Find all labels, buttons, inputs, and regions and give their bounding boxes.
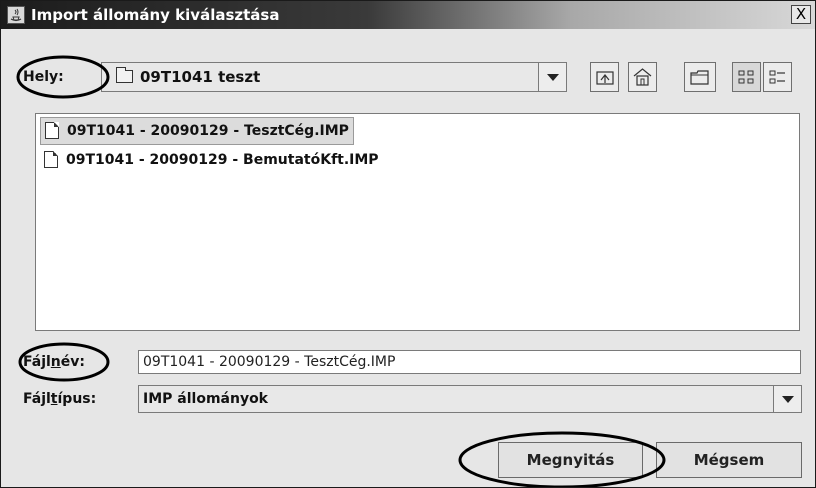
new-folder-icon (690, 70, 709, 85)
lookin-label: Hely: (23, 69, 64, 85)
filetype-value: IMP állományok (143, 391, 268, 407)
list-item[interactable]: 09T1041 - 20090129 - BemutatóKft.IMP (40, 146, 383, 174)
list-view-button[interactable] (732, 62, 761, 92)
chevron-down-icon (547, 74, 559, 81)
home-icon (633, 68, 652, 86)
filename-label: Fájlnév: (23, 354, 85, 370)
up-folder-icon (596, 71, 614, 85)
close-button[interactable]: X (791, 5, 811, 24)
open-button[interactable]: Megnyitás (498, 442, 643, 478)
java-app-icon (7, 6, 25, 24)
filetype-dropdown-button[interactable] (773, 385, 802, 413)
file-name: 09T1041 - 20090129 - BemutatóKft.IMP (66, 152, 379, 168)
list-item[interactable]: 09T1041 - 20090129 - TesztCég.IMP (40, 117, 354, 145)
file-chooser-dialog: Import állomány kiválasztása X Hely: 09T… (0, 0, 816, 488)
filetype-combobox[interactable]: IMP állományok (138, 385, 774, 413)
file-name: 09T1041 - 20090129 - TesztCég.IMP (67, 123, 349, 139)
close-icon: X (795, 5, 807, 23)
folder-icon (116, 67, 133, 83)
file-icon (45, 122, 59, 139)
title-bar[interactable]: Import állomány kiválasztása X (1, 1, 815, 29)
window-title: Import állomány kiválasztása (31, 6, 280, 24)
lookin-value: 09T1041 teszt (140, 68, 261, 86)
lookin-dropdown-button[interactable] (538, 62, 567, 92)
cancel-button[interactable]: Mégsem (656, 442, 802, 478)
details-view-button[interactable] (763, 62, 792, 92)
up-one-level-button[interactable] (590, 62, 619, 92)
new-folder-button[interactable] (684, 62, 716, 92)
filename-field[interactable] (138, 350, 801, 374)
home-button[interactable] (628, 62, 657, 92)
details-view-icon (769, 70, 785, 84)
file-list[interactable]: 09T1041 - 20090129 - TesztCég.IMP 09T104… (35, 113, 800, 331)
chevron-down-icon (782, 396, 794, 403)
filetype-label: Fájltípus: (23, 391, 97, 407)
file-icon (44, 151, 58, 168)
list-view-icon (738, 70, 754, 84)
lookin-combobox[interactable]: 09T1041 teszt (101, 62, 567, 92)
